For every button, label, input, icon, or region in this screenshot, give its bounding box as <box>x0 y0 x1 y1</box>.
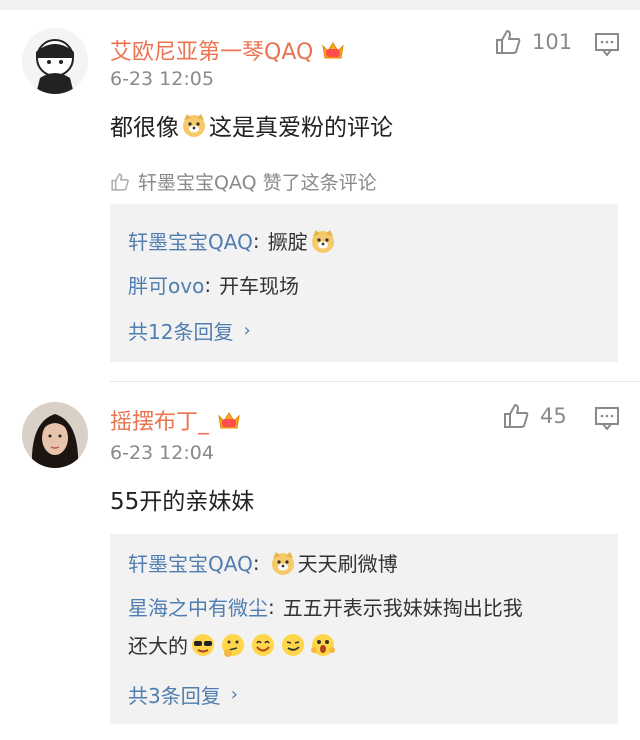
username[interactable]: 摇摆布丁_ <box>110 404 240 436</box>
avatar[interactable] <box>22 28 88 94</box>
doge-emoji <box>181 112 207 138</box>
comment-text: 都很像 <box>110 115 179 141</box>
reply-author[interactable]: 轩墨宝宝QAQ <box>128 548 253 577</box>
reply-text: 开车现场 <box>219 274 300 298</box>
thumbs-up-icon <box>496 30 521 54</box>
thumbs-up-icon <box>504 404 529 428</box>
cool-emoji <box>190 632 216 658</box>
reply-author[interactable]: 胖可ovo <box>128 270 204 299</box>
reply-text-continued: 还大的 <box>128 634 188 658</box>
username[interactable]: 艾欧尼亚第一琴QAQ <box>110 34 345 66</box>
thinking-emoji <box>220 632 246 658</box>
comment-text: 55开的亲妹妹 <box>110 489 255 515</box>
like-button[interactable]: 101 <box>494 28 572 56</box>
username-text[interactable]: 艾欧尼亚第一琴QAQ <box>110 34 313 66</box>
timestamp: 6-23 12:04 <box>110 442 214 464</box>
reply-separator: : <box>252 228 260 253</box>
reply-box: 轩墨宝宝QAQ : 天天刷微博 星海之中有微尘 : 五五开表示我妹妹掏出比我 还… <box>110 534 618 724</box>
reply-item[interactable]: 轩墨宝宝QAQ : 天天刷微博 <box>128 548 398 577</box>
reply-box: 轩墨宝宝QAQ : 撅腚 胖可ovo : 开车现场 共12条回复 › <box>110 204 618 362</box>
reply-author[interactable]: 星海之中有微尘 <box>128 592 268 621</box>
comment-content: 55开的亲妹妹 <box>110 482 254 516</box>
more-replies-link[interactable]: 共3条回复 › <box>128 680 238 709</box>
like-count: 45 <box>540 404 567 428</box>
chevron-right-icon: › <box>243 320 251 341</box>
doge-emoji <box>310 228 336 254</box>
comment-item: 摇摆布丁_ 6-23 12:04 45 55开的亲妹妹 轩墨宝宝QAQ : 天天… <box>0 384 640 740</box>
username-text[interactable]: 摇摆布丁_ <box>110 404 209 436</box>
top-separator <box>0 0 640 10</box>
liked-by-name[interactable]: 轩墨宝宝QAQ <box>138 168 257 195</box>
more-replies-text[interactable]: 共3条回复 <box>128 680 221 709</box>
crown-badge-icon <box>321 40 345 60</box>
comment-content: 都很像 这是真爱粉的评论 <box>110 108 393 142</box>
like-button[interactable]: 45 <box>502 402 567 430</box>
like-count: 101 <box>532 30 573 54</box>
comment-divider <box>110 381 640 382</box>
reply-item[interactable]: 胖可ovo : 开车现场 <box>128 270 299 299</box>
smirk-emoji <box>280 632 306 658</box>
crown-badge-icon <box>217 410 240 430</box>
comment-icon[interactable] <box>594 32 620 57</box>
liked-by-action: 赞了这条评论 <box>262 172 377 194</box>
comment-item: 艾欧尼亚第一琴QAQ 6-23 12:05 101 都很像 这是真爱粉的评论 轩… <box>0 10 640 382</box>
reply-item-continued: 还大的 <box>128 630 338 659</box>
reply-text: 撅腚 <box>267 230 308 254</box>
comment-text-continued: 这是真爱粉的评论 <box>209 115 393 141</box>
reply-item[interactable]: 星海之中有微尘 : 五五开表示我妹妹掏出比我 <box>128 592 523 621</box>
smile-emoji <box>250 632 276 658</box>
more-replies-text[interactable]: 共12条回复 <box>128 316 233 345</box>
reply-author[interactable]: 轩墨宝宝QAQ <box>128 226 253 255</box>
chevron-right-icon: › <box>230 684 238 705</box>
reply-separator: : <box>204 272 212 297</box>
more-replies-link[interactable]: 共12条回复 › <box>128 316 251 345</box>
shocked-emoji <box>310 632 336 658</box>
reply-text: 天天刷微博 <box>297 552 398 576</box>
reply-separator: : <box>252 550 260 575</box>
doge-emoji <box>270 550 296 576</box>
comment-icon[interactable] <box>594 406 620 431</box>
liked-by-line: 轩墨宝宝QAQ 赞了这条评论 <box>110 168 377 195</box>
reply-text: 五五开表示我妹妹掏出比我 <box>282 596 523 620</box>
thumbs-up-icon <box>111 172 129 191</box>
timestamp: 6-23 12:05 <box>110 68 214 90</box>
reply-separator: : <box>268 594 275 619</box>
avatar[interactable] <box>22 402 88 468</box>
reply-item[interactable]: 轩墨宝宝QAQ : 撅腚 <box>128 226 338 255</box>
